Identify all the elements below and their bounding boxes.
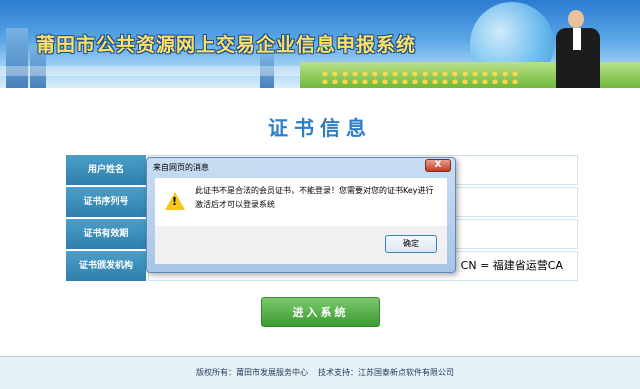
- dialog-footer: 确定: [155, 226, 447, 264]
- system-title: 莆田市公共资源网上交易企业信息申报系统: [36, 34, 417, 56]
- page-title: 证书信息: [268, 116, 372, 140]
- dialog-title: 来自网页的消息: [153, 163, 209, 172]
- close-button[interactable]: X: [425, 159, 451, 172]
- building-graphic: [6, 28, 28, 88]
- row-label-validity: 证书有效期: [66, 219, 146, 249]
- row-label-serial: 证书序列号: [66, 187, 146, 217]
- ok-button[interactable]: 确定: [385, 235, 437, 253]
- dialog-message: 此证书不是合法的会员证书，不能登录！您需要对您的证书Key进行激活后才可以登录系…: [195, 186, 434, 209]
- row-label-issuer: 证书颁发机构: [66, 251, 146, 281]
- warning-icon: !: [165, 192, 185, 210]
- footer: 版权所有：莆田市发展服务中心 技术支持：江苏国泰新点软件有限公司: [0, 356, 640, 389]
- businessman-graphic: [548, 8, 608, 88]
- header-banner: 莆田市公共资源网上交易企业信息申报系统: [0, 0, 640, 88]
- footer-support: 技术支持：江苏国泰新点软件有限公司: [318, 368, 454, 377]
- enter-system-button[interactable]: 进入系统: [261, 297, 380, 327]
- footer-copyright: 版权所有：莆田市发展服务中心: [196, 368, 308, 377]
- alert-dialog: 来自网页的消息 X ! 此证书不是合法的会员证书，不能登录！您需要对您的证书Ke…: [146, 157, 456, 273]
- close-icon: X: [434, 160, 442, 170]
- flowers-graphic: [320, 70, 520, 84]
- dialog-body: ! 此证书不是合法的会员证书，不能登录！您需要对您的证书Key进行激活后才可以登…: [155, 178, 447, 226]
- row-label-username: 用户姓名: [66, 155, 146, 185]
